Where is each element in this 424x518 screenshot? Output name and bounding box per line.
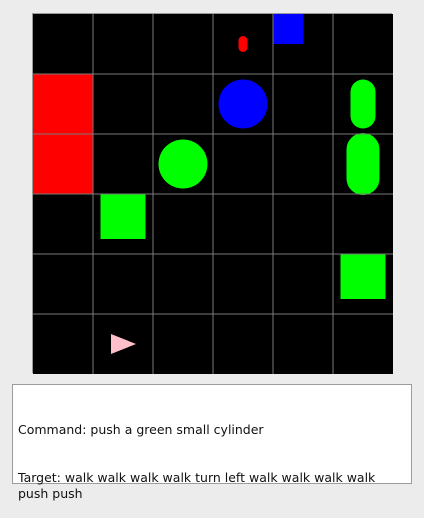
green-square-2: [340, 254, 386, 299]
blue-small-square: [273, 14, 304, 44]
command-panel: Command: push a green small cylinder Tar…: [12, 384, 412, 501]
target-text: Target: walk walk walk walk turn left wa…: [18, 470, 380, 501]
green-circle: [158, 139, 208, 189]
blue-circle: [218, 79, 268, 129]
game-grid: [32, 13, 393, 374]
command-text: Command: push a green small cylinder: [18, 422, 264, 437]
green-big-cylinder: [346, 133, 380, 195]
green-square-1: [100, 194, 146, 239]
green-small-cylinder: [350, 79, 376, 129]
grid-canvas: [33, 14, 393, 374]
red-small-cylinder: [238, 36, 248, 52]
